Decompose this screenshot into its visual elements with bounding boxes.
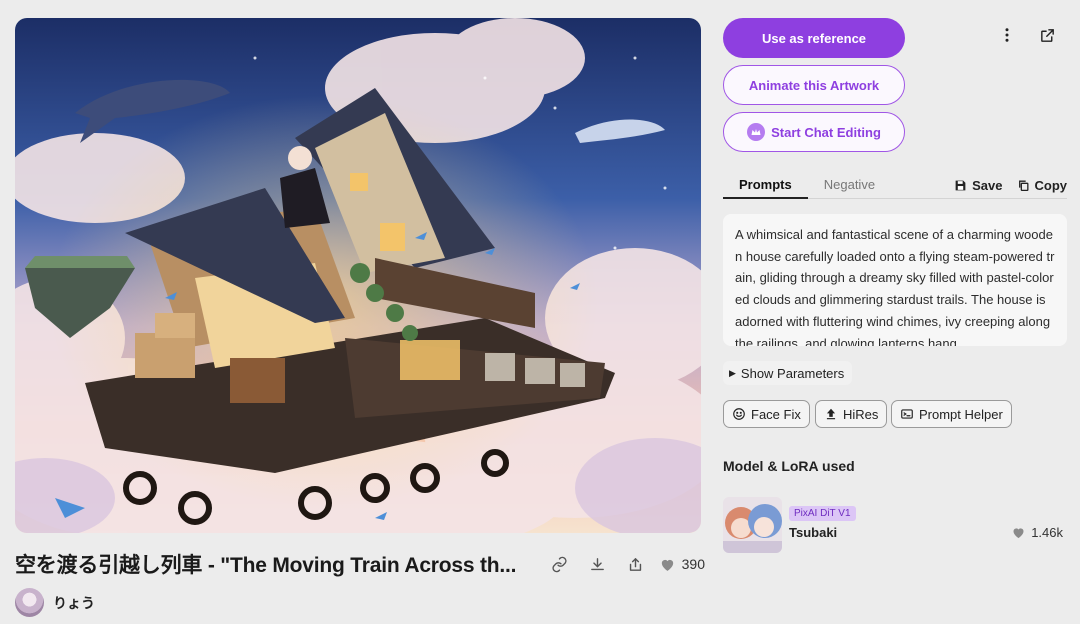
model-like-count: 1.46k bbox=[1031, 525, 1063, 540]
author-avatar[interactable] bbox=[15, 588, 44, 617]
chat-editing-label: Start Chat Editing bbox=[771, 124, 881, 140]
model-thumbnail bbox=[723, 497, 782, 553]
models-section-title: Model & LoRA used bbox=[723, 458, 855, 474]
hires-label: HiRes bbox=[843, 406, 879, 422]
model-card[interactable]: PixAI DiT V1 Tsubaki 1.46k bbox=[723, 497, 1067, 555]
crown-icon bbox=[747, 123, 766, 141]
animate-artwork-button[interactable]: Animate this Artwork bbox=[723, 65, 905, 105]
prompt-text-box[interactable]: A whimsical and fantastical scene of a c… bbox=[723, 214, 1067, 346]
like-button[interactable]: 390 bbox=[659, 556, 705, 573]
prompt-tabs: Prompts Negative Save Copy bbox=[723, 173, 1067, 199]
heart-icon bbox=[1013, 528, 1024, 539]
prompt-helper-icon bbox=[901, 409, 913, 419]
author-row[interactable]: りょう bbox=[15, 588, 95, 617]
artwork-title-row: 空を渡る引越し列車 - "The Moving Train Across th.… bbox=[15, 548, 705, 580]
artwork-title: 空を渡る引越し列車 - "The Moving Train Across th.… bbox=[15, 554, 517, 577]
prompt-helper-label: Prompt Helper bbox=[919, 406, 1003, 422]
download-icon[interactable] bbox=[579, 548, 617, 580]
model-likes[interactable]: 1.46k bbox=[1011, 525, 1063, 540]
model-name: Tsubaki bbox=[789, 525, 838, 540]
copy-label: Copy bbox=[1034, 177, 1068, 193]
save-button[interactable]: Save bbox=[954, 177, 1003, 193]
author-name[interactable]: りょう bbox=[53, 593, 95, 613]
copy-icon bbox=[1018, 180, 1028, 191]
save-label: Save bbox=[972, 177, 1003, 193]
tab-prompts[interactable]: Prompts bbox=[723, 173, 808, 199]
artwork-illustration bbox=[15, 18, 701, 533]
show-parameters-toggle[interactable]: ▶ Show Parameters bbox=[723, 361, 853, 385]
triangle-right-icon: ▶ bbox=[729, 367, 736, 378]
hires-button[interactable]: HiRes bbox=[815, 400, 888, 428]
upload-arrow-icon bbox=[826, 408, 836, 420]
tab-negative[interactable]: Negative bbox=[808, 173, 891, 199]
face-fix-button[interactable]: Face Fix bbox=[723, 400, 810, 428]
prompt-text: A whimsical and fantastical scene of a c… bbox=[735, 227, 1055, 346]
model-badge: PixAI DiT V1 bbox=[789, 506, 856, 521]
smile-icon bbox=[733, 408, 745, 420]
open-external-icon[interactable] bbox=[1036, 24, 1058, 46]
artwork-image[interactable] bbox=[15, 18, 701, 533]
link-icon[interactable] bbox=[541, 548, 579, 580]
copy-button[interactable]: Copy bbox=[1017, 177, 1068, 193]
top-actions bbox=[996, 24, 1058, 46]
use-as-reference-button[interactable]: Use as reference bbox=[723, 18, 905, 58]
show-parameters-label: Show Parameters bbox=[740, 365, 845, 381]
share-icon[interactable] bbox=[617, 548, 655, 580]
like-count: 390 bbox=[681, 556, 705, 572]
prompt-helper-button[interactable]: Prompt Helper bbox=[891, 400, 1012, 428]
heart-icon bbox=[661, 559, 673, 571]
face-fix-label: Face Fix bbox=[751, 406, 801, 422]
save-icon bbox=[955, 180, 966, 190]
artwork-actions: 390 bbox=[541, 548, 705, 580]
start-chat-editing-button[interactable]: Start Chat Editing bbox=[723, 112, 905, 152]
prompt-actions: Save Copy bbox=[954, 173, 1067, 197]
animate-label: Animate this Artwork bbox=[748, 77, 880, 93]
more-options-icon[interactable] bbox=[996, 24, 1018, 46]
